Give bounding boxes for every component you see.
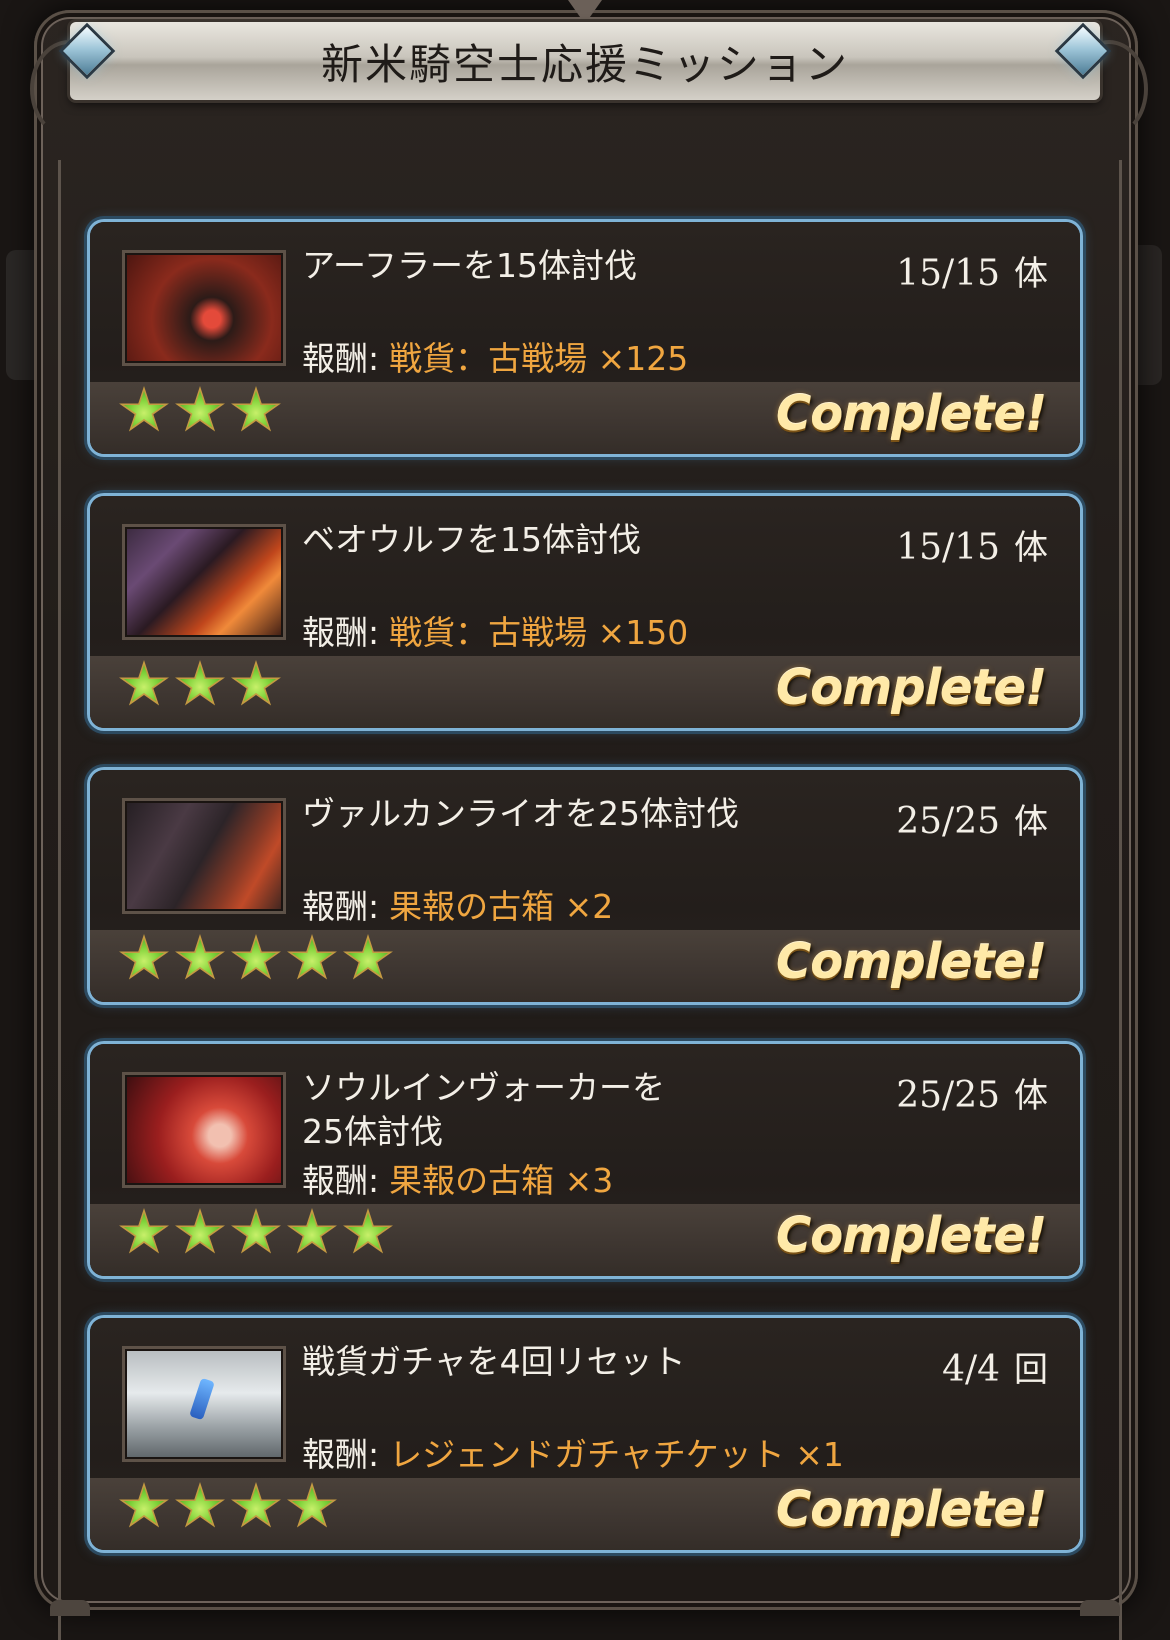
mission-card[interactable]: ソウルインヴォーカーを 25体討伐 25/25 体 報酬: 果報の古箱 ×3 Com… — [90, 1044, 1080, 1276]
mission-reward: 報酬: レジェンドガチャチケット ×1 — [302, 1428, 844, 1476]
mission-progress: 4/4 回 — [942, 1342, 1048, 1391]
soul-invoker-character-icon — [122, 1072, 286, 1188]
mission-progress: 15/15 体 — [896, 246, 1048, 295]
star-icon — [119, 1208, 169, 1254]
reward-value: 果報の古箱 ×3 — [389, 1161, 614, 1200]
star-icon — [287, 934, 337, 980]
reward-value: レジェンドガチャチケット ×1 — [389, 1435, 844, 1474]
mission-progress: 25/25 体 — [896, 1068, 1048, 1117]
complete-badge: Complete! — [776, 934, 1047, 990]
mission-card[interactable]: 戦貨ガチャを4回リセット 4/4 回 報酬: レジェンドガチャチケット ×1 Com… — [90, 1318, 1080, 1550]
star-icon — [175, 386, 225, 432]
title-banner: 新米騎空士応援ミッション — [70, 22, 1100, 100]
reward-label: 報酬: — [302, 1161, 380, 1200]
progress-count: 15/15 — [896, 527, 1000, 568]
progress-unit: 体 — [1014, 254, 1048, 294]
mission-progress: 25/25 体 — [896, 794, 1048, 843]
mission-title: ヴァルカンライオを25体討伐 — [302, 794, 740, 833]
mission-reward: 報酬: 戦貨：古戦場 ×125 — [302, 332, 688, 380]
star-icon — [287, 1482, 337, 1528]
star-icon — [175, 1208, 225, 1254]
star-rating — [118, 386, 282, 436]
complete-badge: Complete! — [776, 1482, 1047, 1538]
star-icon — [119, 1482, 169, 1528]
progress-count: 25/25 — [896, 801, 1000, 842]
star-icon — [175, 1482, 225, 1528]
aphrah-monster-icon — [122, 250, 286, 366]
star-icon — [231, 386, 281, 432]
star-rating — [118, 660, 282, 710]
mission-card[interactable]: ヴァルカンライオを25体討伐 25/25 体 報酬: 果報の古箱 ×2 Comple… — [90, 770, 1080, 1002]
gacha-reset-icon — [122, 1346, 286, 1462]
star-rating — [118, 934, 394, 984]
mission-title: ソウルインヴォーカーを 25体討伐 — [302, 1068, 665, 1151]
star-icon — [119, 660, 169, 706]
mission-card[interactable]: アーフラーを15体討伐 15/15 体 報酬: 戦貨：古戦場 ×125 Comple… — [90, 222, 1080, 454]
star-icon — [175, 934, 225, 980]
vulcan-lion-monster-icon — [122, 798, 286, 914]
reward-label: 報酬: — [302, 613, 380, 652]
progress-unit: 体 — [1014, 1076, 1048, 1116]
reward-value: 戦貨：古戦場 ×125 — [389, 339, 689, 378]
reward-value: 戦貨：古戦場 ×150 — [389, 613, 689, 652]
mission-title: アーフラーを15体討伐 — [302, 246, 638, 285]
mission-card[interactable]: ベオウルフを15体討伐 15/15 体 報酬: 戦貨：古戦場 ×150 Comple… — [90, 496, 1080, 728]
star-icon — [119, 386, 169, 432]
progress-count: 25/25 — [896, 1075, 1000, 1116]
progress-count: 4/4 — [942, 1349, 1000, 1390]
star-rating — [118, 1208, 394, 1258]
reward-label: 報酬: — [302, 887, 380, 926]
reward-label: 報酬: — [302, 339, 380, 378]
star-icon — [175, 660, 225, 706]
star-icon — [343, 1208, 393, 1254]
popup-title: 新米騎空士応援ミッション — [320, 39, 849, 89]
reward-label: 報酬: — [302, 1435, 380, 1474]
bottom-right-ornament — [1080, 1600, 1120, 1616]
bottom-left-ornament — [50, 1600, 90, 1616]
star-icon — [231, 660, 281, 706]
progress-unit: 体 — [1014, 802, 1048, 842]
star-icon — [119, 934, 169, 980]
star-icon — [287, 1208, 337, 1254]
progress-unit: 体 — [1014, 528, 1048, 568]
star-icon — [343, 934, 393, 980]
reward-value: 果報の古箱 ×2 — [389, 887, 614, 926]
complete-badge: Complete! — [776, 386, 1047, 442]
complete-badge: Complete! — [776, 1208, 1047, 1264]
mission-reward: 報酬: 果報の古箱 ×3 — [302, 1154, 613, 1202]
mission-title: ベオウルフを15体討伐 — [302, 520, 641, 559]
star-rating — [118, 1482, 338, 1532]
mission-reward: 報酬: 果報の古箱 ×2 — [302, 880, 613, 928]
star-icon — [231, 1482, 281, 1528]
star-icon — [231, 1208, 281, 1254]
mission-progress: 15/15 体 — [896, 520, 1048, 569]
beowulf-monster-icon — [122, 524, 286, 640]
progress-count: 15/15 — [896, 253, 1000, 294]
mission-title: 戦貨ガチャを4回リセット — [302, 1342, 686, 1381]
star-icon — [231, 934, 281, 980]
mission-reward: 報酬: 戦貨：古戦場 ×150 — [302, 606, 688, 654]
progress-unit: 回 — [1014, 1350, 1048, 1390]
complete-badge: Complete! — [776, 660, 1047, 716]
